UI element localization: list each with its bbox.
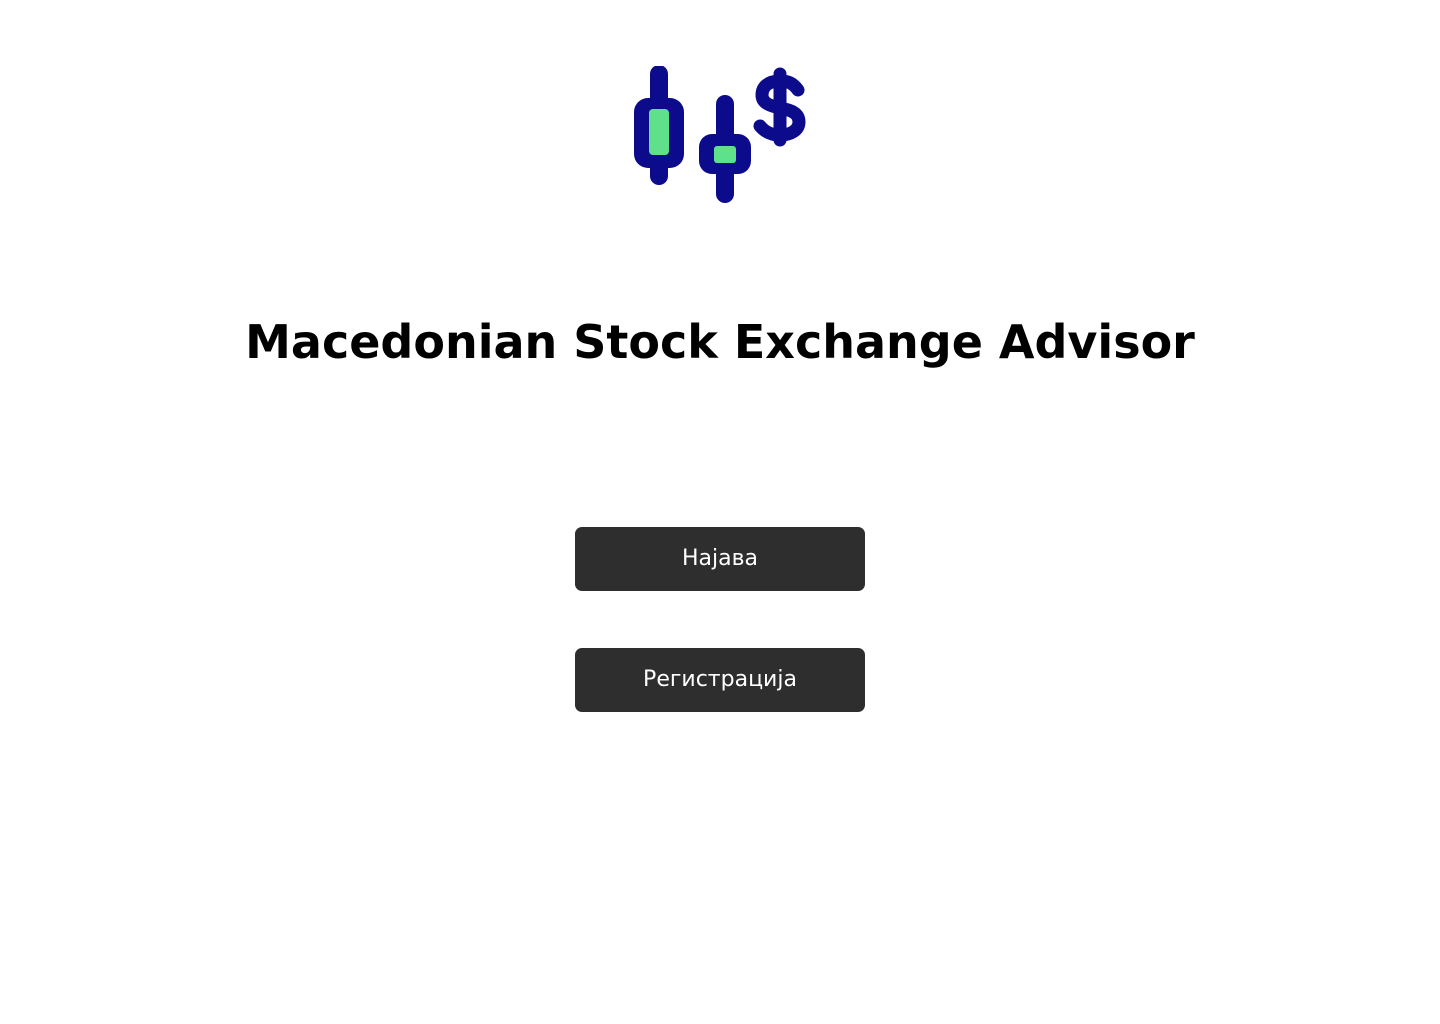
login-button[interactable]: Најава <box>575 527 865 591</box>
register-button[interactable]: Регистрација <box>575 648 865 712</box>
candlestick-dollar-icon <box>628 65 812 204</box>
page-title: Macedonian Stock Exchange Advisor <box>245 315 1195 369</box>
